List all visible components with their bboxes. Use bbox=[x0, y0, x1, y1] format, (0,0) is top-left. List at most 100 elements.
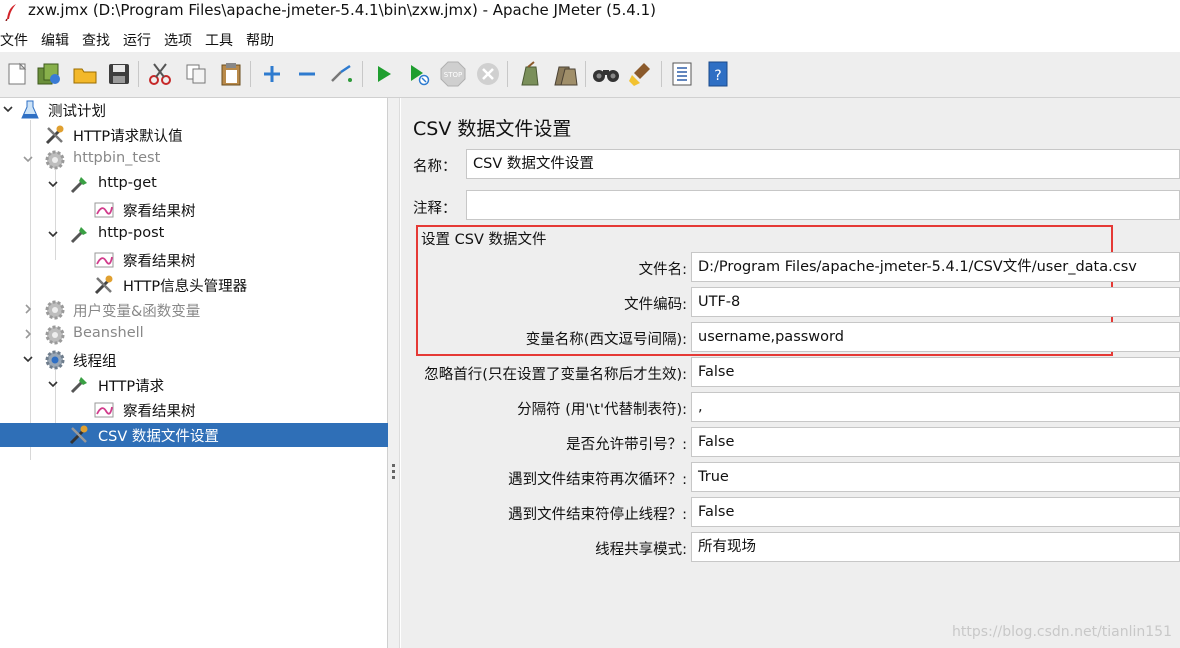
chevron-right-icon[interactable] bbox=[20, 301, 36, 317]
chevron-down-icon[interactable] bbox=[20, 351, 36, 367]
collapse-icon[interactable] bbox=[292, 59, 322, 89]
thread-group-icon bbox=[44, 349, 66, 371]
group-title: 设置 CSV 数据文件 bbox=[421, 232, 547, 248]
sharing-mode-label: 线程共享模式: bbox=[595, 542, 687, 558]
tree-item-header-manager[interactable]: HTTP信息头管理器 bbox=[0, 273, 388, 297]
tree-item-label: 察看结果树 bbox=[123, 254, 196, 270]
test-plan-tree[interactable]: 测试计划 HTTP请求默认值 httpbin_test http-get 察看结… bbox=[0, 98, 388, 648]
config-element-icon bbox=[44, 124, 66, 146]
chevron-down-icon[interactable] bbox=[45, 376, 61, 392]
listener-icon bbox=[93, 399, 115, 421]
chevron-down-icon[interactable] bbox=[45, 226, 61, 242]
tree-item-view-results[interactable]: 察看结果树 bbox=[0, 248, 388, 272]
tree-item-label: 察看结果树 bbox=[123, 404, 196, 420]
chevron-right-icon[interactable] bbox=[20, 326, 36, 342]
ignore-first-line-field[interactable]: False bbox=[691, 357, 1180, 387]
expand-icon[interactable] bbox=[257, 59, 287, 89]
panel-splitter[interactable] bbox=[388, 98, 400, 648]
recycle-on-eof-label: 遇到文件结束符再次循环？: bbox=[508, 472, 687, 488]
stop-thread-on-eof-field[interactable]: False bbox=[691, 497, 1180, 527]
save-icon[interactable] bbox=[104, 59, 134, 89]
paste-icon[interactable] bbox=[216, 59, 246, 89]
config-element-icon bbox=[93, 274, 115, 296]
sampler-icon bbox=[68, 374, 90, 396]
cut-icon[interactable] bbox=[145, 59, 175, 89]
tree-item-label: http-get bbox=[98, 175, 157, 191]
start-icon[interactable] bbox=[369, 59, 399, 89]
sharing-mode-field[interactable]: 所有现场 bbox=[691, 532, 1180, 562]
menu-file[interactable]: 文件 bbox=[0, 30, 28, 50]
reset-search-icon[interactable] bbox=[626, 59, 656, 89]
tree-item-label: 线程组 bbox=[73, 354, 117, 370]
filename-field[interactable]: D:/Program Files/apache-jmeter-5.4.1/CSV… bbox=[691, 252, 1180, 282]
toolbar-separator bbox=[661, 61, 662, 87]
tree-item-thread-group[interactable]: 线程组 bbox=[0, 348, 388, 372]
menu-search[interactable]: 查找 bbox=[82, 30, 110, 50]
name-label: 名称： bbox=[413, 159, 457, 175]
search-icon[interactable] bbox=[591, 59, 621, 89]
tree-item-beanshell[interactable]: Beanshell bbox=[0, 323, 388, 347]
tree-item-csv-data-set[interactable]: CSV 数据文件设置 bbox=[0, 423, 388, 447]
thread-group-icon bbox=[44, 149, 66, 171]
tree-item-label: HTTP信息头管理器 bbox=[123, 279, 248, 295]
templates-icon[interactable] bbox=[34, 59, 64, 89]
chevron-down-icon[interactable] bbox=[0, 101, 16, 117]
csv-data-set-config-panel: CSV 数据文件设置 名称： CSV 数据文件设置 注释： 设置 CSV 数据文… bbox=[401, 98, 1180, 648]
listener-icon bbox=[93, 249, 115, 271]
clear-all-icon[interactable] bbox=[550, 59, 580, 89]
thread-group-icon bbox=[44, 299, 66, 321]
menu-bar: 文件 编辑 查找 运行 选项 工具 帮助 bbox=[0, 26, 1180, 52]
menu-edit[interactable]: 编辑 bbox=[41, 30, 69, 50]
stop-icon[interactable]: STOP bbox=[438, 59, 468, 89]
comment-field[interactable] bbox=[466, 190, 1180, 220]
tree-item-view-results[interactable]: 察看结果树 bbox=[0, 198, 388, 222]
panel-title: CSV 数据文件设置 bbox=[413, 118, 572, 140]
recycle-on-eof-field[interactable]: True bbox=[691, 462, 1180, 492]
tree-item-user-variables[interactable]: 用户变量&函数变量 bbox=[0, 298, 388, 322]
toolbar-separator bbox=[138, 61, 139, 87]
tree-item-httpbin-test[interactable]: httpbin_test bbox=[0, 148, 388, 172]
tree-item-label: http-post bbox=[98, 225, 165, 241]
tree-item-test-plan[interactable]: 测试计划 bbox=[0, 98, 388, 122]
name-field[interactable]: CSV 数据文件设置 bbox=[466, 149, 1180, 179]
toolbar-separator bbox=[250, 61, 251, 87]
menu-run[interactable]: 运行 bbox=[123, 30, 151, 50]
new-icon[interactable] bbox=[2, 59, 32, 89]
config-element-icon bbox=[68, 424, 90, 446]
delimiter-field[interactable]: , bbox=[691, 392, 1180, 422]
tree-item-http-post[interactable]: http-post bbox=[0, 223, 388, 247]
function-helper-icon[interactable] bbox=[667, 59, 697, 89]
filename-label: 文件名: bbox=[638, 262, 687, 278]
chevron-down-icon[interactable] bbox=[20, 151, 36, 167]
variable-names-label: 变量名称(西文逗号间隔): bbox=[525, 332, 687, 348]
listener-icon bbox=[93, 199, 115, 221]
toggle-icon[interactable] bbox=[327, 59, 357, 89]
menu-help[interactable]: 帮助 bbox=[246, 30, 274, 50]
shutdown-icon[interactable] bbox=[473, 59, 503, 89]
tree-item-http-defaults[interactable]: HTTP请求默认值 bbox=[0, 123, 388, 147]
tree-item-label: Beanshell bbox=[73, 325, 144, 341]
help-icon[interactable]: ? bbox=[703, 59, 733, 89]
tree-item-http-get[interactable]: http-get bbox=[0, 173, 388, 197]
toolbar-separator bbox=[507, 61, 508, 87]
file-encoding-field[interactable]: UTF-8 bbox=[691, 287, 1180, 317]
open-icon[interactable] bbox=[70, 59, 100, 89]
copy-icon[interactable] bbox=[181, 59, 211, 89]
tree-item-label: HTTP请求 bbox=[98, 379, 165, 395]
svg-text:STOP: STOP bbox=[444, 71, 462, 79]
menu-options[interactable]: 选项 bbox=[164, 30, 192, 50]
toolbar: STOP ? bbox=[0, 52, 1180, 98]
allow-quoted-data-field[interactable]: False bbox=[691, 427, 1180, 457]
variable-names-field[interactable]: username,password bbox=[691, 322, 1180, 352]
window-title: zxw.jmx (D:\Program Files\apache-jmeter-… bbox=[28, 1, 656, 19]
tree-item-http-request[interactable]: HTTP请求 bbox=[0, 373, 388, 397]
sampler-icon bbox=[68, 224, 90, 246]
start-no-pause-icon[interactable] bbox=[404, 59, 434, 89]
jmeter-feather-icon bbox=[4, 3, 20, 22]
delimiter-label: 分隔符 (用'\t'代替制表符): bbox=[517, 402, 687, 418]
chevron-down-icon[interactable] bbox=[45, 176, 61, 192]
menu-tools[interactable]: 工具 bbox=[205, 30, 233, 50]
tree-item-view-results[interactable]: 察看结果树 bbox=[0, 398, 388, 422]
tree-item-label: HTTP请求默认值 bbox=[73, 129, 183, 145]
clear-icon[interactable] bbox=[514, 59, 544, 89]
